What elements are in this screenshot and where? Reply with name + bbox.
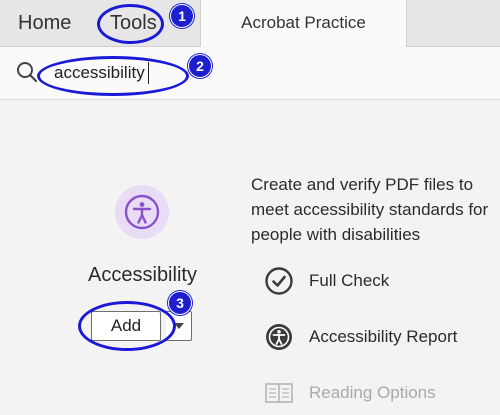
search-input[interactable]: [54, 60, 204, 86]
add-dropdown-button[interactable]: [166, 311, 192, 341]
add-button[interactable]: Add: [91, 311, 161, 341]
callout-badge-3: 3: [168, 291, 192, 315]
callout-badge-1: 1: [170, 4, 194, 28]
book-icon: [264, 378, 294, 408]
callout-badge-2: 2: [188, 54, 212, 78]
tab-document[interactable]: Acrobat Practice: [200, 0, 407, 47]
text-caret: [148, 62, 149, 84]
accessibility-icon: [114, 184, 170, 240]
tool-name: Accessibility: [88, 264, 197, 286]
tool-description: Create and verify PDF files to meet acce…: [251, 175, 489, 244]
search-icon[interactable]: [16, 61, 38, 83]
tool-search-bar: [0, 47, 500, 100]
tab-bar: Home Tools Acrobat Practice: [0, 0, 500, 47]
feature-label: Reading Options: [309, 383, 436, 402]
tab-tools[interactable]: Tools: [110, 0, 157, 46]
tab-home[interactable]: Home: [18, 0, 71, 46]
caret-down-icon: [173, 323, 184, 329]
feature-label: Accessibility Report: [309, 327, 458, 346]
checkmark-circle-icon: [264, 266, 294, 296]
feature-label: Full Check: [309, 271, 390, 290]
accessibility-report-icon: [264, 322, 294, 352]
